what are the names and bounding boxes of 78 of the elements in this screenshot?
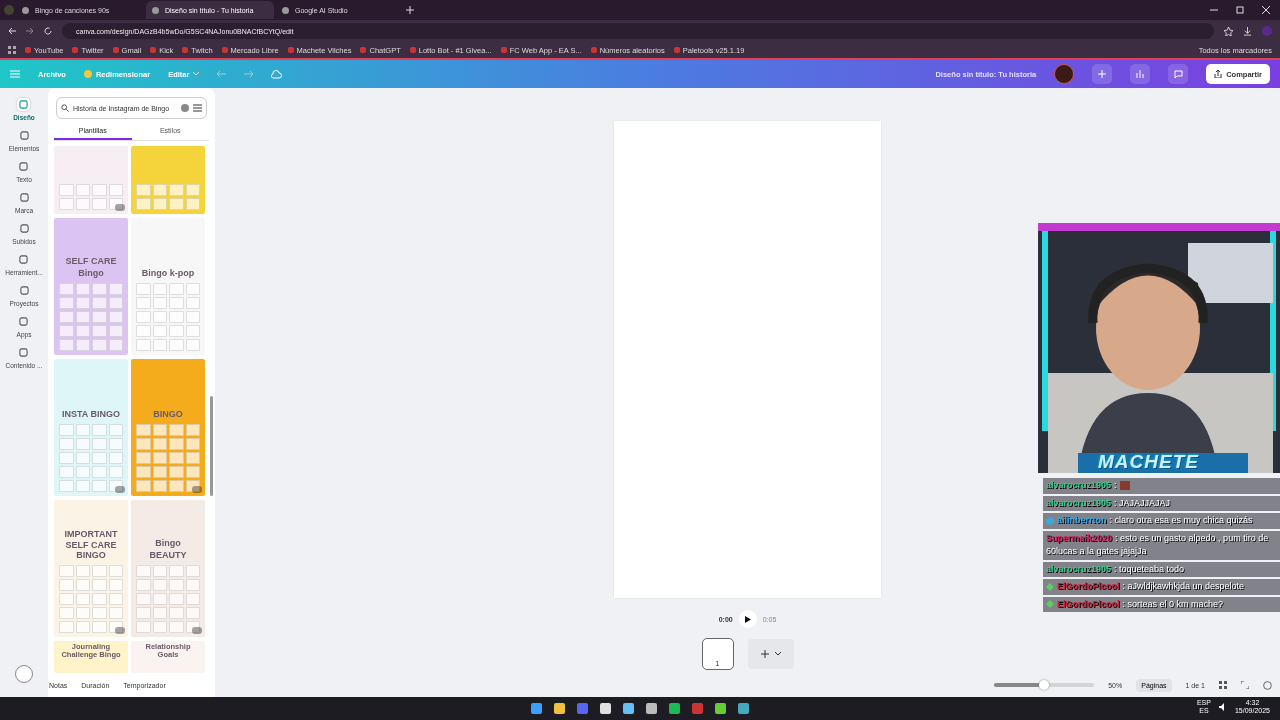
chat-message: alvarocruz1905 : bbox=[1043, 478, 1280, 494]
filter-icon[interactable] bbox=[193, 104, 202, 112]
bingo-grid bbox=[136, 565, 200, 633]
scrollbar[interactable] bbox=[210, 396, 213, 496]
reload-icon[interactable] bbox=[44, 27, 52, 35]
tool-icon bbox=[19, 348, 29, 357]
speaker-icon[interactable] bbox=[1218, 703, 1227, 712]
clear-icon[interactable] bbox=[181, 104, 189, 112]
template-title: Bingo bbox=[155, 539, 181, 549]
emote-icon bbox=[1119, 481, 1130, 491]
help-icon[interactable] bbox=[1263, 680, 1272, 690]
tool-icon bbox=[19, 286, 29, 295]
template-title: Bingo bbox=[78, 268, 104, 278]
chat-message: ailinberrton : claro otra esa es muy chica quizás bbox=[1043, 513, 1280, 529]
template-thumbnail[interactable] bbox=[54, 146, 128, 214]
template-title: Bingo k-pop bbox=[141, 268, 195, 278]
grid-view-icon[interactable] bbox=[1219, 681, 1227, 689]
close-icon[interactable] bbox=[1262, 6, 1270, 14]
comment-icon bbox=[1173, 70, 1183, 78]
chat-message: ElGordoPlcool : aJwldjkawhkjda un despelote bbox=[1043, 579, 1280, 595]
share-icon bbox=[1214, 70, 1223, 78]
tool-icon bbox=[19, 255, 29, 264]
plus-icon bbox=[760, 650, 769, 658]
tool-icon bbox=[19, 193, 29, 202]
comments-button[interactable] bbox=[1168, 64, 1189, 84]
template-title: BEAUTY bbox=[149, 550, 187, 560]
tool-icon bbox=[19, 162, 29, 171]
tool-icon bbox=[19, 100, 29, 109]
bingo-grid bbox=[59, 283, 123, 351]
play-icon bbox=[744, 615, 752, 623]
new-tab-icon[interactable] bbox=[406, 6, 414, 14]
plus-icon bbox=[1098, 70, 1107, 78]
caret-icon bbox=[193, 72, 200, 76]
bingo-grid bbox=[136, 283, 200, 351]
star-icon[interactable] bbox=[1224, 26, 1233, 36]
back-icon[interactable] bbox=[8, 27, 16, 35]
tool-icon bbox=[19, 131, 29, 140]
apps-grid-icon[interactable] bbox=[8, 46, 16, 54]
download-icon[interactable] bbox=[1243, 26, 1252, 36]
bingo-grid bbox=[59, 184, 123, 210]
minimize-icon[interactable] bbox=[1210, 6, 1218, 14]
magic-button[interactable] bbox=[15, 665, 33, 683]
add-page-button[interactable] bbox=[747, 639, 794, 669]
chat-message: Supermaik2020 : esto es un gasto alpedo , pum tiro de 60lucas a la gates jajajJa bbox=[1043, 530, 1280, 560]
template-thumbnail[interactable]: Bingo k-pop bbox=[131, 218, 205, 355]
fullscreen-icon[interactable] bbox=[1241, 681, 1249, 689]
template-title: SELF CARE bbox=[65, 257, 117, 267]
template-thumbnail[interactable]: IMPORTANT SELF CARE BINGO bbox=[54, 500, 128, 637]
cube-icon bbox=[1046, 516, 1054, 525]
bingo-grid bbox=[59, 565, 123, 633]
template-thumbnail[interactable]: Bingo BEAUTY bbox=[131, 500, 205, 637]
tool-icon bbox=[19, 224, 29, 233]
chat-message: alvarocruz1905 : JAJAJJAJAJ bbox=[1043, 495, 1280, 511]
profile-avatar[interactable] bbox=[1054, 64, 1075, 84]
template-thumbnail[interactable]: INSTA BINGO bbox=[54, 359, 128, 496]
search-icon bbox=[61, 104, 69, 112]
tool-icon bbox=[19, 317, 29, 326]
overlay-name: MACHETE bbox=[1098, 451, 1199, 473]
chat-message: alvarocruz1905 : toqueteaba todo bbox=[1043, 561, 1280, 577]
cloud-icon[interactable] bbox=[271, 69, 283, 79]
add-button[interactable] bbox=[1092, 64, 1113, 84]
caret-icon bbox=[774, 652, 781, 656]
template-title: INSTA BINGO bbox=[62, 409, 120, 419]
bingo-grid bbox=[136, 424, 200, 492]
template-title: SELF CARE BINGO bbox=[64, 541, 118, 560]
template-title: BINGO bbox=[153, 409, 183, 419]
chat-message: ElGordoPlcool : sorteas el 0 km mache? bbox=[1043, 596, 1280, 612]
bar-chart-icon bbox=[1136, 70, 1145, 78]
zoom-slider[interactable] bbox=[994, 683, 1095, 687]
template-thumbnail[interactable]: SELF CARE Bingo bbox=[54, 218, 128, 355]
restore-icon[interactable] bbox=[1236, 6, 1244, 14]
bingo-grid bbox=[136, 184, 200, 210]
play-button[interactable] bbox=[738, 610, 757, 628]
bingo-grid bbox=[59, 424, 123, 492]
forward-icon[interactable] bbox=[26, 27, 34, 35]
template-thumbnail[interactable] bbox=[131, 146, 205, 214]
template-title: IMPORTANT bbox=[64, 529, 118, 540]
insights-button[interactable] bbox=[1130, 64, 1151, 84]
